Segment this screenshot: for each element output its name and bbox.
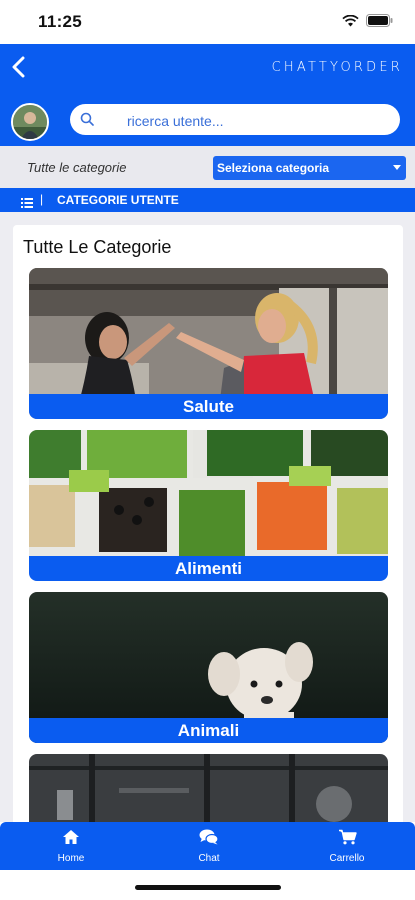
search-row [0, 94, 415, 146]
category-select-value: Seleziona categoria [217, 161, 330, 175]
chat-icon [199, 829, 219, 850]
nav-label: Carrello [329, 852, 365, 864]
category-filter-row: Tutte le categorie Seleziona categoria [0, 146, 415, 188]
categories-card: Tutte Le Categorie Salute Alimenti Anima… [13, 225, 403, 835]
search-box [70, 104, 400, 137]
status-time: 11:25 [38, 12, 83, 31]
category-tile-animali[interactable]: Animali [29, 592, 388, 743]
list-icon [21, 195, 33, 213]
section-title: CATEGORIE UTENTE [57, 193, 179, 207]
app-header: CHATTYORDER [0, 44, 415, 94]
category-select[interactable]: Seleziona categoria [213, 156, 406, 180]
section-separator: | [40, 192, 44, 206]
chevron-left-icon [11, 56, 27, 83]
bottom-nav: Home Chat Carrello [0, 822, 415, 870]
back-button[interactable] [4, 54, 34, 84]
categories-heading: Tutte Le Categorie [23, 237, 172, 257]
search-icon [80, 112, 94, 131]
nav-label: Home [57, 852, 85, 864]
category-label: Animali [29, 718, 388, 743]
caret-down-icon [393, 165, 401, 170]
category-label: Alimenti [29, 556, 388, 581]
status-bar: 11:25 [0, 0, 415, 44]
app-screen: 11:25 CHATTYORDER ricerca utente... Tutt… [0, 0, 415, 900]
home-icon [62, 829, 80, 850]
filter-label: Tutte le categorie [27, 160, 127, 175]
search-input[interactable] [125, 104, 389, 137]
section-bar: | CATEGORIE UTENTE [0, 188, 415, 212]
category-label: Salute [29, 394, 388, 419]
battery-icon [366, 14, 393, 32]
status-icons [342, 14, 393, 32]
nav-label: Chat [198, 852, 220, 864]
nav-home[interactable]: Home [2, 822, 140, 870]
category-tile-alimenti[interactable]: Alimenti [29, 430, 388, 581]
wifi-icon [342, 14, 359, 32]
nav-chat[interactable]: Chat [140, 822, 278, 870]
app-logo: CHATTYORDER [271, 60, 403, 75]
cart-icon [338, 829, 357, 850]
category-tile-salute[interactable]: Salute [29, 268, 388, 419]
nav-cart[interactable]: Carrello [278, 822, 415, 870]
avatar[interactable] [11, 103, 49, 141]
home-indicator [135, 885, 281, 890]
